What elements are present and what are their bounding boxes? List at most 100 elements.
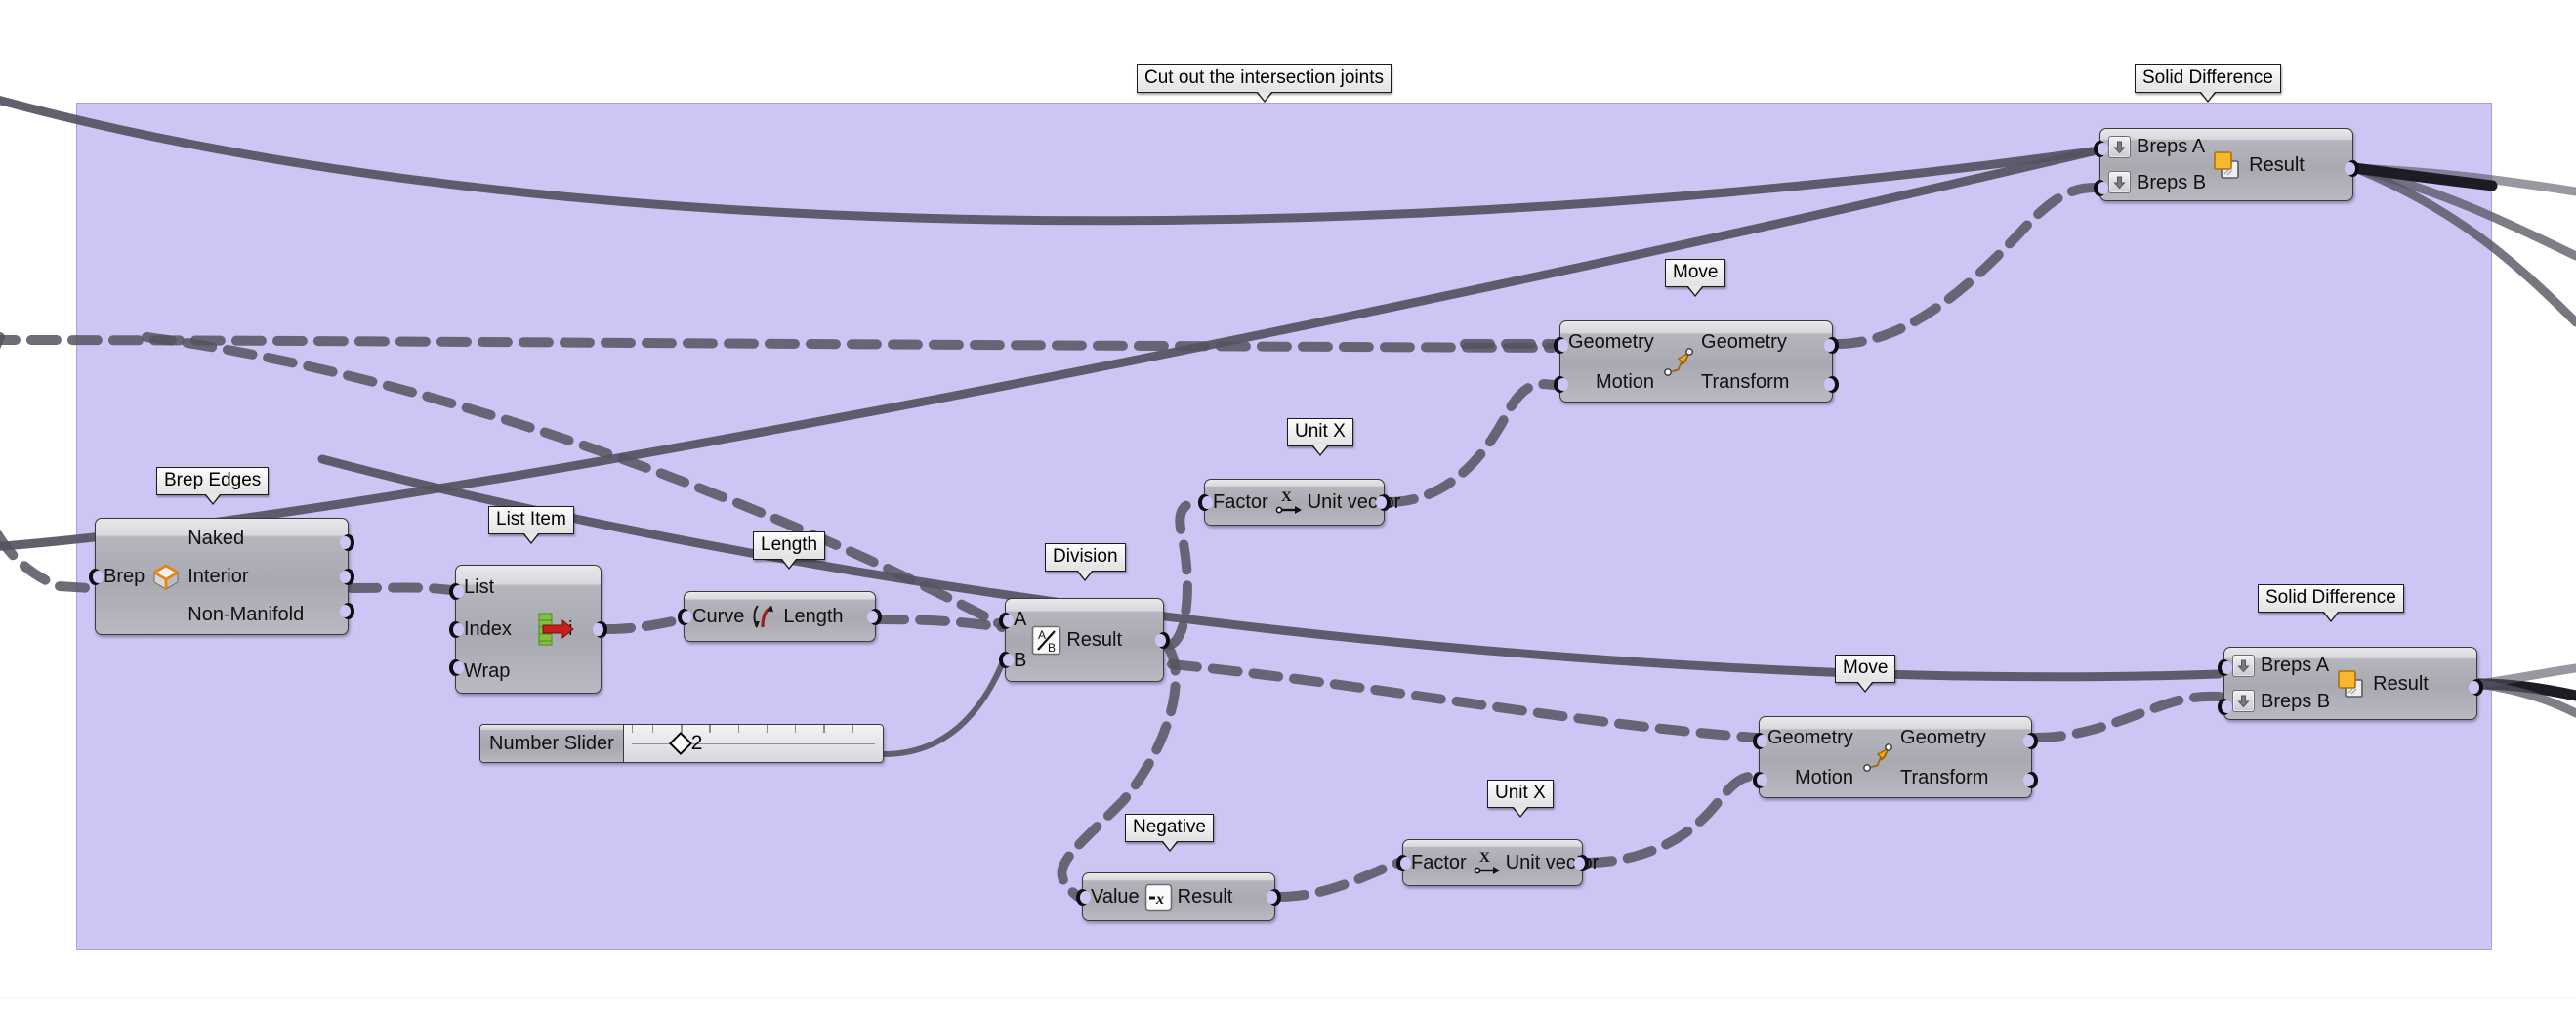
port-label-geometry-out: Geometry: [1900, 726, 1986, 748]
node-division[interactable]: A B A B Result: [999, 598, 1170, 682]
node-unit-x-bottom[interactable]: Factor X Unit vector: [1396, 839, 1599, 886]
tag-label: Division: [1053, 546, 1118, 567]
tag-label: Move: [1843, 657, 1889, 678]
tag-move-top[interactable]: Move: [1665, 259, 1726, 297]
port-in-factor[interactable]: [1396, 855, 1411, 871]
group-tag[interactable]: Cut out the intersection joints: [1137, 64, 1392, 103]
node-brep-edges[interactable]: Brep Naked Interior Non-Manifold: [89, 518, 354, 635]
svg-text:X: X: [1479, 850, 1490, 866]
tag-pointer: [1160, 840, 1179, 852]
number-slider-track[interactable]: 2: [623, 725, 883, 762]
port-label-motion: Motion: [1795, 766, 1854, 788]
port-out-naked[interactable]: [340, 534, 354, 551]
unit-x-icon: X: [1273, 488, 1303, 517]
port-out-transform[interactable]: [1824, 376, 1839, 393]
port-in-list[interactable]: [449, 583, 464, 600]
port-in-geometry[interactable]: [1753, 733, 1767, 749]
port-out-result[interactable]: [1267, 889, 1281, 906]
move-icon: [1659, 343, 1696, 380]
port-in-index[interactable]: [449, 621, 464, 638]
tag-division[interactable]: Division: [1045, 543, 1126, 581]
port-label-interior: Interior: [187, 565, 249, 587]
grasshopper-canvas[interactable]: Cut out the intersection joints Solid Di…: [0, 0, 2576, 1018]
port-in-breps-b[interactable]: [2094, 180, 2108, 196]
port-in-breps-b[interactable]: [2218, 699, 2232, 715]
tag-length[interactable]: Length: [753, 531, 826, 570]
port-out-i[interactable]: [593, 621, 607, 638]
port-out-non-manifold[interactable]: [340, 603, 354, 619]
tag-list-item[interactable]: List Item: [488, 506, 574, 544]
port-in-a[interactable]: [999, 613, 1014, 629]
tag-solid-difference-bottom[interactable]: Solid Difference: [2258, 584, 2404, 622]
tag-pointer: [203, 493, 222, 505]
port-out-result[interactable]: [1155, 632, 1170, 649]
tag-negative[interactable]: Negative: [1125, 814, 1214, 852]
tag-solid-difference-top[interactable]: Solid Difference: [2135, 64, 2281, 103]
port-label-brep: Brep: [104, 566, 145, 587]
port-row-breps-b: Breps B: [2108, 171, 2206, 194]
tag-label: Unit X: [1495, 783, 1546, 803]
port-out-geometry[interactable]: [2023, 733, 2038, 749]
port-out-transform[interactable]: [2023, 772, 2038, 788]
port-in-value[interactable]: [1076, 889, 1091, 906]
port-label-result: Result: [2373, 672, 2429, 695]
node-length[interactable]: Curve Length: [678, 591, 882, 642]
node-unit-x-top[interactable]: Factor X Unit vector: [1198, 479, 1400, 526]
tag-unit-x-top[interactable]: Unit X: [1287, 418, 1353, 456]
brep-edges-icon: [149, 560, 183, 593]
port-row-breps-a: Breps A: [2232, 654, 2329, 677]
port-in-breps-a[interactable]: [2094, 141, 2108, 157]
port-out-result[interactable]: [2345, 160, 2359, 177]
tag-brep-edges[interactable]: Brep Edges: [156, 467, 270, 505]
group-region-cut-out-intersection-joints[interactable]: [76, 103, 2492, 950]
port-out-result[interactable]: [2469, 679, 2483, 696]
flatten-arrow-icon[interactable]: [2232, 654, 2255, 677]
port-in-b[interactable]: [999, 652, 1014, 668]
node-move-bottom[interactable]: Geometry Motion Geometry Transform: [1753, 716, 2038, 798]
port-label-result: Result: [1066, 629, 1123, 651]
port-label-transform: Transform: [1900, 766, 1989, 788]
node-move-top[interactable]: Geometry Motion Geometry Transform: [1554, 320, 1839, 403]
tag-label: Solid Difference: [2142, 67, 2273, 88]
port-label-result: Result: [1177, 886, 1233, 908]
slider-handle[interactable]: [669, 731, 693, 756]
port-label-breps-b: Breps B: [2261, 690, 2331, 712]
tag-label: Length: [761, 534, 818, 555]
tag-unit-x-bottom[interactable]: Unit X: [1487, 780, 1554, 818]
node-list-item[interactable]: List Index Wrap: [449, 565, 607, 694]
port-label-non-manifold: Non-Manifold: [187, 604, 305, 626]
port-in-motion[interactable]: [1753, 772, 1767, 788]
port-out-unit-vector[interactable]: [1376, 494, 1391, 511]
port-in-wrap[interactable]: [449, 659, 464, 676]
node-negative[interactable]: Value x Result: [1076, 872, 1281, 921]
port-in-breps-a[interactable]: [2218, 659, 2232, 676]
tag-pointer: [1856, 681, 1875, 693]
port-in-geometry[interactable]: [1554, 337, 1568, 354]
port-in-curve[interactable]: [678, 609, 692, 625]
port-label-naked: Naked: [187, 527, 245, 549]
port-label-index: Index: [464, 617, 512, 640]
tag-pointer: [1076, 570, 1095, 581]
port-out-unit-vector[interactable]: [1574, 855, 1589, 871]
number-slider[interactable]: Number Slider 2: [479, 724, 884, 763]
port-out-interior[interactable]: [340, 569, 354, 585]
tag-label: Brep Edges: [164, 470, 262, 490]
flatten-arrow-icon[interactable]: [2108, 135, 2131, 158]
tag-move-bottom[interactable]: Move: [1835, 655, 1896, 693]
port-label-factor: Factor: [1411, 852, 1467, 873]
tag-label: List Item: [496, 509, 566, 530]
port-out-geometry[interactable]: [1824, 337, 1839, 354]
port-row-breps-b: Breps B: [2232, 690, 2331, 713]
port-in-motion[interactable]: [1554, 376, 1568, 393]
list-item-icon: [537, 613, 576, 646]
flatten-arrow-icon[interactable]: [2232, 690, 2255, 713]
slider-value: 2: [690, 732, 703, 754]
flatten-arrow-icon[interactable]: [2108, 171, 2131, 194]
port-out-length[interactable]: [867, 609, 882, 625]
port-in-factor[interactable]: [1198, 494, 1213, 511]
port-label-geometry-in: Geometry: [1568, 330, 1654, 353]
svg-text:B: B: [1048, 641, 1056, 655]
node-solid-difference-bottom[interactable]: Breps A Breps B Result: [2218, 647, 2483, 720]
node-solid-difference-top[interactable]: Breps A Breps B Result: [2094, 128, 2359, 201]
port-in-brep[interactable]: [89, 569, 104, 585]
